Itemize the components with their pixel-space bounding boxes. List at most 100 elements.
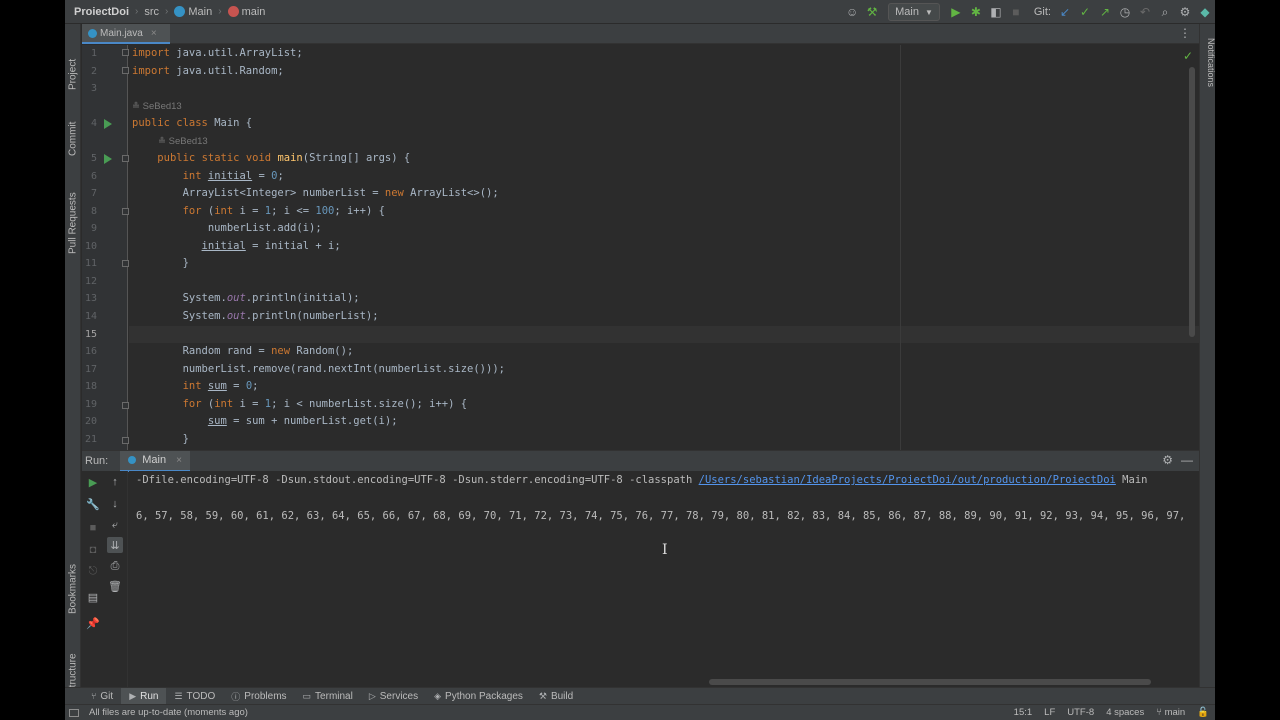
- run-tab-main[interactable]: Main ×: [120, 450, 190, 472]
- arrow-down-icon[interactable]: ↓: [107, 496, 123, 512]
- line-separator[interactable]: LF: [1044, 707, 1055, 718]
- rerun-icon[interactable]: ▶: [85, 474, 101, 490]
- tool-tab-git[interactable]: ⑂ Git: [83, 688, 121, 705]
- rollback-icon[interactable]: ↶: [1135, 2, 1155, 22]
- console-output-line[interactable]: 6, 57, 58, 59, 60, 61, 62, 63, 64, 65, 6…: [136, 510, 1185, 522]
- fold-icon[interactable]: [122, 155, 129, 162]
- code-line[interactable]: }: [132, 257, 189, 269]
- code-line[interactable]: public static void main(String[] args) {: [132, 152, 410, 164]
- code-line[interactable]: ArrayList<Integer> numberList = new Arra…: [132, 187, 499, 199]
- code-line[interactable]: public class Main {: [132, 117, 252, 129]
- soft-wrap-icon[interactable]: ⤶: [107, 517, 123, 533]
- code-line[interactable]: int initial = 0;: [132, 170, 284, 182]
- run-config-selector[interactable]: Main ▼: [888, 3, 940, 21]
- run-icon[interactable]: ▶: [946, 2, 966, 22]
- fold-icon[interactable]: [122, 437, 129, 444]
- breadcrumb-project[interactable]: ProiectDoi: [74, 6, 129, 18]
- coverage-icon[interactable]: ◧: [986, 2, 1006, 22]
- close-icon[interactable]: ×: [176, 455, 182, 466]
- indent-setting[interactable]: 4 spaces: [1106, 707, 1144, 718]
- code-line[interactable]: import java.util.ArrayList;: [132, 47, 303, 59]
- close-icon[interactable]: ×: [151, 28, 157, 39]
- file-encoding[interactable]: UTF-8: [1067, 707, 1094, 718]
- fold-icon[interactable]: [122, 402, 129, 409]
- code-line[interactable]: numberList.add(i);: [132, 222, 322, 234]
- author-inlay[interactable]: ≗ SeBed13: [158, 136, 208, 147]
- class-icon: [174, 6, 186, 17]
- code-line[interactable]: numberList.remove(rand.nextInt(numberLis…: [132, 363, 505, 375]
- toggle-tool-windows-icon[interactable]: [69, 708, 79, 717]
- fold-icon[interactable]: [122, 260, 129, 267]
- jetbrains-icon[interactable]: ◆: [1195, 2, 1215, 22]
- code-line[interactable]: Random rand = new Random();: [132, 345, 354, 357]
- lock-icon[interactable]: 🔓: [1197, 707, 1209, 718]
- fold-icon[interactable]: [122, 49, 129, 56]
- project-tool-button[interactable]: Project: [65, 30, 81, 90]
- editor-scrollbar[interactable]: [1189, 67, 1195, 337]
- user-icon[interactable]: ☺: [842, 2, 862, 22]
- code-line[interactable]: System.out.println(initial);: [132, 292, 360, 304]
- run-gutter-icon[interactable]: [104, 154, 112, 164]
- code-line[interactable]: initial = initial + i;: [132, 240, 341, 252]
- tool-tab-problems[interactable]: ⓘ Problems: [223, 688, 294, 705]
- fold-icon[interactable]: [122, 67, 129, 74]
- gear-icon[interactable]: ⚙: [1162, 453, 1173, 467]
- status-right: 15:1 LF UTF-8 4 spaces ⑂ main 🔓: [1014, 707, 1209, 718]
- line-number: 12: [84, 276, 97, 287]
- debug-icon[interactable]: ✱: [966, 2, 986, 22]
- code-line[interactable]: sum = sum + numberList.get(i);: [132, 415, 398, 427]
- structure-tool-button[interactable]: Structure: [65, 624, 81, 694]
- search-icon[interactable]: ⌕: [1155, 2, 1175, 22]
- caret-position[interactable]: 15:1: [1014, 707, 1033, 718]
- camera-icon[interactable]: ◘: [85, 542, 101, 558]
- tool-tab-run[interactable]: ▶ Run: [121, 687, 167, 705]
- minimize-icon[interactable]: —: [1181, 453, 1193, 467]
- git-branch[interactable]: ⑂ main: [1156, 707, 1185, 718]
- breadcrumb-src[interactable]: src: [144, 6, 159, 18]
- tool-tab-python-packages[interactable]: ◈ Python Packages: [426, 688, 531, 705]
- pin-icon[interactable]: 📌: [85, 615, 101, 631]
- code-line[interactable]: for (int i = 1; i <= 100; i++) {: [132, 205, 385, 217]
- run-gutter-icon[interactable]: [104, 119, 112, 129]
- console-horizontal-scrollbar[interactable]: [709, 679, 1151, 685]
- code-line[interactable]: System.out.println(numberList);: [132, 310, 379, 322]
- code-line[interactable]: }: [132, 433, 189, 445]
- commit-tool-button[interactable]: Commit: [65, 90, 81, 156]
- stop-icon[interactable]: ■: [85, 520, 101, 536]
- code-line[interactable]: for (int i = 1; i < numberList.size(); i…: [132, 398, 468, 410]
- code-line[interactable]: int sum = 0;: [132, 380, 259, 392]
- fold-icon[interactable]: [122, 208, 129, 215]
- git-push-icon[interactable]: ↗: [1095, 2, 1115, 22]
- exit-icon[interactable]: ⎋: [85, 563, 101, 579]
- code-line[interactable]: import java.util.Random;: [132, 65, 284, 77]
- notifications-tool-button[interactable]: Notifications: [1200, 38, 1216, 87]
- stop-icon[interactable]: ■: [1006, 2, 1026, 22]
- scroll-to-end-icon[interactable]: ⇊: [107, 537, 123, 553]
- tool-tab-build[interactable]: ⚒ Build: [531, 688, 581, 705]
- trash-icon[interactable]: 🗑: [107, 578, 123, 594]
- breadcrumb-method[interactable]: main: [242, 6, 266, 18]
- tab-main-java[interactable]: Main.java ×: [82, 24, 170, 44]
- console-output[interactable]: -Dfile.encoding=UTF-8 -Dsun.stdout.encod…: [129, 471, 1199, 687]
- status-message[interactable]: All files are up-to-date (moments ago): [89, 707, 248, 718]
- pull-requests-tool-button[interactable]: Pull Requests: [65, 156, 81, 254]
- history-icon[interactable]: ◷: [1115, 2, 1135, 22]
- hammer-icon[interactable]: ⚒: [862, 2, 882, 22]
- tool-tab-services[interactable]: ▷ Services: [361, 688, 426, 705]
- tool-tab-todo[interactable]: ☰ TODO: [166, 688, 223, 705]
- code-editor[interactable]: ✓ ≗ SeBed13 ≗ SeBed13 1 2 3 4 5 6 7 8 9 …: [82, 45, 1199, 450]
- breadcrumb-class[interactable]: Main: [188, 6, 212, 18]
- arrow-up-icon[interactable]: ↑: [107, 474, 123, 490]
- more-icon[interactable]: ⋮: [1179, 26, 1191, 40]
- classpath-link[interactable]: /Users/sebastian/IdeaProjects/ProiectDoi…: [699, 474, 1116, 486]
- console-command-line[interactable]: -Dfile.encoding=UTF-8 -Dsun.stdout.encod…: [136, 474, 1147, 486]
- wrench-icon[interactable]: 🔧: [85, 496, 101, 512]
- git-commit-icon[interactable]: ✓: [1075, 2, 1095, 22]
- git-update-icon[interactable]: ↙: [1055, 2, 1075, 22]
- tool-tab-terminal[interactable]: ▭ Terminal: [295, 688, 361, 705]
- author-inlay[interactable]: ≗ SeBed13: [132, 101, 182, 112]
- layout-icon[interactable]: ▤: [85, 589, 101, 605]
- gear-icon[interactable]: ⚙: [1175, 2, 1195, 22]
- print-icon[interactable]: ⎙: [107, 558, 123, 574]
- bookmarks-tool-button[interactable]: Bookmarks: [65, 544, 81, 614]
